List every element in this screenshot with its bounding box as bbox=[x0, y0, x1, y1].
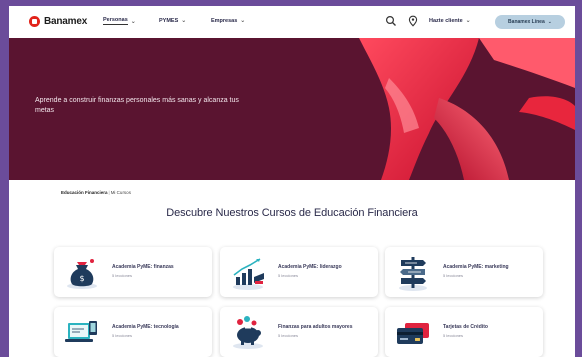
course-title: Academia PyME: finanzas bbox=[112, 264, 174, 270]
banamex-linea-button[interactable]: Banamex Línea ⌄ bbox=[495, 15, 565, 29]
banamex-logo[interactable]: Banamex bbox=[29, 16, 87, 27]
hero-banner: Aprende a construir finanzas personales … bbox=[9, 38, 575, 180]
course-title: Academia PyME: tecnología bbox=[112, 324, 179, 330]
top-navbar: Banamex Personas ⌄ PYMES ⌄ Empresas ⌄ Ha… bbox=[9, 6, 575, 38]
course-card-adultos-mayores[interactable]: Finanzas para adultos mayores 5 leccione… bbox=[220, 307, 378, 357]
breadcrumb-current: Mi Cursos bbox=[110, 190, 131, 195]
laptop-icon bbox=[65, 321, 97, 342]
course-card-liderazgo[interactable]: Academia PyME: liderazgo 5 lecciones bbox=[220, 247, 378, 297]
access-button-label: Banamex Línea bbox=[508, 19, 545, 25]
nav-item-label: Hazte cliente bbox=[429, 17, 463, 24]
location-pin-icon[interactable] bbox=[407, 15, 419, 27]
hero-tagline: Aprende a construir finanzas personales … bbox=[35, 97, 239, 114]
nav-item-label: Personas bbox=[103, 17, 128, 25]
banamex-logo-icon bbox=[29, 16, 40, 27]
course-subtitle: 5 lecciones bbox=[443, 333, 464, 338]
search-icon[interactable] bbox=[385, 15, 397, 27]
hazte-cliente-menu[interactable]: Hazte cliente ⌄ bbox=[429, 17, 471, 25]
money-bag-icon: $ bbox=[67, 259, 97, 289]
credit-cards-icon bbox=[397, 323, 429, 344]
course-card-marketing[interactable]: Academia PyME: marketing 5 lecciones bbox=[385, 247, 543, 297]
chevron-down-icon: ⌄ bbox=[465, 18, 471, 24]
logo-text: Banamex bbox=[44, 16, 88, 27]
course-title: Academia PyME: marketing bbox=[443, 264, 509, 270]
breadcrumb: Educación Financiera|Mi Cursos bbox=[61, 190, 131, 195]
page-heading: Descubre Nuestros Cursos de Educación Fi… bbox=[166, 207, 418, 219]
course-title: Academia PyME: liderazgo bbox=[278, 264, 342, 270]
course-card-tarjetas-credito[interactable]: Tarjetas de Crédito 5 lecciones bbox=[385, 307, 543, 357]
chevron-down-icon: ⌄ bbox=[547, 19, 552, 25]
graduation-growth-icon bbox=[233, 258, 264, 290]
nav-item-personas[interactable]: Personas ⌄ bbox=[103, 17, 136, 25]
signpost-icon bbox=[399, 257, 427, 291]
nav-item-label: PYMES bbox=[159, 17, 179, 24]
svg-text:$: $ bbox=[79, 274, 84, 283]
course-title: Finanzas para adultos mayores bbox=[278, 324, 353, 330]
course-title: Tarjetas de Crédito bbox=[443, 324, 488, 330]
chevron-down-icon: ⌄ bbox=[130, 18, 136, 25]
course-subtitle: 5 lecciones bbox=[278, 273, 299, 278]
course-subtitle: 5 lecciones bbox=[443, 273, 464, 278]
chevron-down-icon: ⌄ bbox=[181, 18, 187, 24]
chevron-down-icon: ⌄ bbox=[240, 18, 246, 24]
nav-item-label: Empresas bbox=[211, 17, 238, 24]
nav-item-pymes[interactable]: PYMES ⌄ bbox=[159, 17, 187, 25]
course-subtitle: 5 lecciones bbox=[112, 273, 133, 278]
course-subtitle: 5 lecciones bbox=[278, 333, 299, 338]
breadcrumb-separator: | bbox=[108, 190, 110, 195]
course-card-tecnologia[interactable]: Academia PyME: tecnología 5 lecciones bbox=[54, 307, 212, 357]
piggy-coins-icon bbox=[233, 316, 263, 349]
browser-viewport: Banamex Personas ⌄ PYMES ⌄ Empresas ⌄ Ha… bbox=[9, 6, 575, 357]
course-subtitle: 5 lecciones bbox=[112, 333, 133, 338]
nav-item-empresas[interactable]: Empresas ⌄ bbox=[211, 17, 246, 25]
course-card-finanzas[interactable]: $ Academia PyME: finanzas 5 lecciones bbox=[54, 247, 212, 297]
breadcrumb-root-link[interactable]: Educación Financiera bbox=[61, 190, 108, 195]
